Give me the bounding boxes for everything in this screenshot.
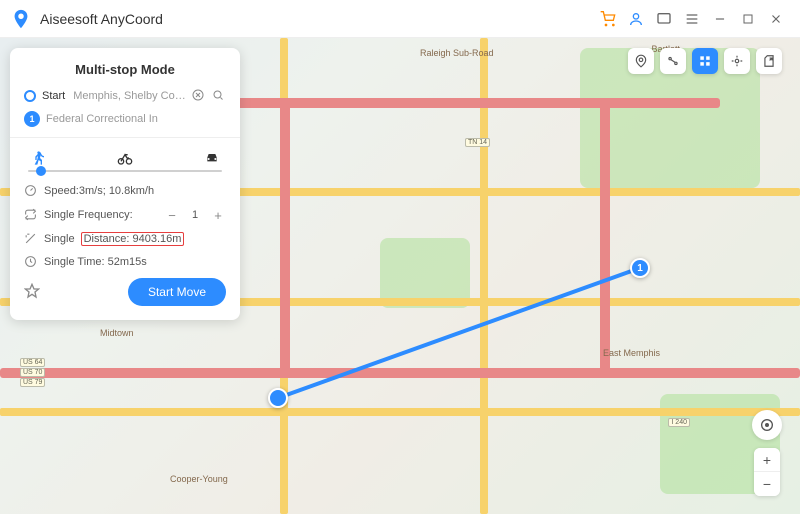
map-label: East Memphis: [603, 348, 660, 358]
start-input[interactable]: Memphis, Shelby Coun: [73, 90, 186, 102]
single-point-tool[interactable]: [628, 48, 654, 74]
panel-title: Multi-stop Mode: [24, 62, 226, 77]
route-shield: US 64: [20, 358, 45, 367]
map-canvas[interactable]: Bartlett Midtown East Memphis Cooper-You…: [0, 38, 800, 514]
minimize-button[interactable]: [706, 5, 734, 33]
app-title: Aiseesoft AnyCoord: [40, 11, 163, 27]
start-point-row: Start Memphis, Shelby Coun: [24, 89, 226, 103]
stop-marker[interactable]: 1: [630, 258, 650, 278]
stop-point-row: 1 Federal Correctional In: [24, 111, 226, 127]
cart-icon[interactable]: [594, 5, 622, 33]
zoom-in-button[interactable]: +: [754, 448, 780, 472]
repeat-icon: [24, 208, 38, 222]
maximize-button[interactable]: [734, 5, 762, 33]
export-tool[interactable]: [756, 48, 782, 74]
time-row: Single Time: 52m15s: [24, 255, 226, 269]
freq-increase-button[interactable]: +: [210, 207, 226, 223]
screen-icon[interactable]: [650, 5, 678, 33]
car-mode-icon[interactable]: [202, 148, 222, 168]
map-label: Midtown: [100, 328, 134, 338]
two-point-tool[interactable]: [660, 48, 686, 74]
search-icon[interactable]: [212, 89, 226, 103]
frequency-row: Single Frequency: − 1 +: [24, 207, 226, 223]
stop-input[interactable]: Federal Correctional In: [46, 113, 226, 125]
speedometer-icon: [24, 184, 38, 198]
start-circle-icon: [24, 90, 36, 102]
distance-highlight: Distance: 9403.16m: [81, 232, 185, 246]
locate-button[interactable]: [752, 410, 782, 440]
map-label: Raleigh Sub-Road: [420, 48, 494, 58]
start-marker[interactable]: [268, 388, 288, 408]
zoom-out-button[interactable]: −: [754, 472, 780, 496]
map-label: Cooper-Young: [170, 474, 228, 484]
freq-decrease-button[interactable]: −: [164, 207, 180, 223]
user-icon[interactable]: [622, 5, 650, 33]
clear-icon[interactable]: [192, 89, 206, 103]
start-move-button[interactable]: Start Move: [128, 278, 226, 306]
map-bottom-tools: + −: [752, 410, 782, 496]
multi-stop-tool[interactable]: [692, 48, 718, 74]
map-tools: [628, 48, 782, 74]
clock-icon: [24, 255, 38, 269]
route-shield: US 70: [20, 368, 45, 377]
route-shield: I 240: [668, 418, 690, 427]
joystick-tool[interactable]: [724, 48, 750, 74]
speed-slider[interactable]: [28, 170, 222, 172]
route-shield: TN 14: [465, 138, 490, 147]
zoom-control: + −: [754, 448, 780, 496]
favorite-icon[interactable]: [24, 283, 42, 301]
route-icon: [24, 232, 38, 246]
bike-mode-icon[interactable]: [115, 148, 135, 168]
walk-mode-icon[interactable]: [28, 148, 48, 168]
stop-number-icon: 1: [24, 111, 40, 127]
app-logo-icon: [10, 8, 32, 30]
frequency-stepper: − 1 +: [164, 207, 226, 223]
close-button[interactable]: [762, 5, 790, 33]
speed-row: Speed:3m/s; 10.8km/h: [24, 184, 226, 198]
route-shield: US 79: [20, 378, 45, 387]
transport-mode-row: [24, 148, 226, 168]
menu-icon[interactable]: [678, 5, 706, 33]
distance-row: Single Distance: 9403.16m: [24, 232, 226, 246]
control-panel: Multi-stop Mode Start Memphis, Shelby Co…: [10, 48, 240, 320]
